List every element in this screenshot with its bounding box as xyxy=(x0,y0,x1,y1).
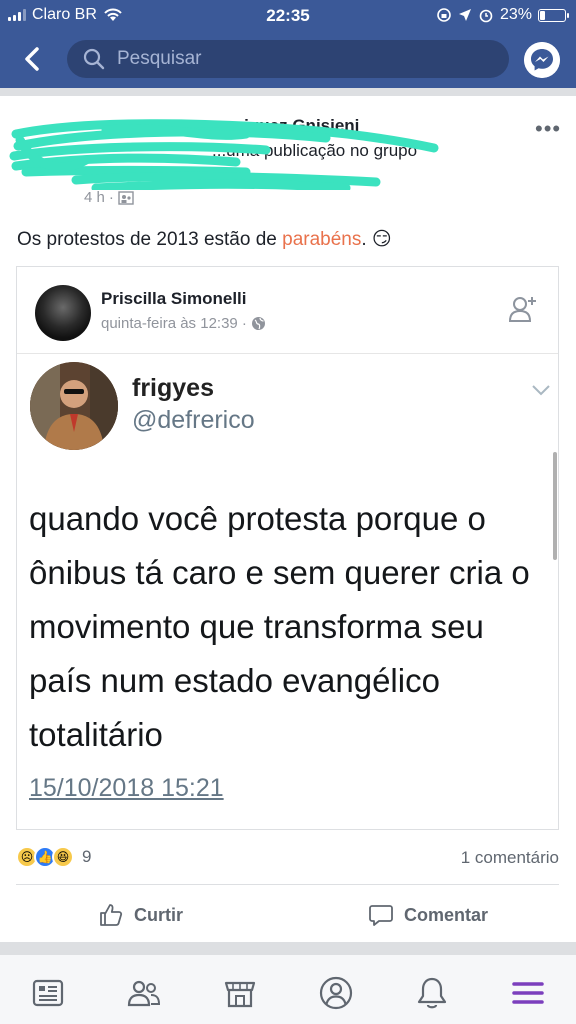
reactions-summary[interactable]: ☹ 👍 😆 9 xyxy=(16,846,91,868)
lock-rotation-icon xyxy=(437,8,451,22)
thumbs-up-icon xyxy=(100,904,123,926)
shared-post[interactable]: Priscilla Simonelli quinta-feira às 12:3… xyxy=(16,266,559,830)
shared-post-meta: quinta-feira às 12:39 · xyxy=(101,315,266,332)
marketplace-icon[interactable] xyxy=(222,975,258,1011)
more-options-button[interactable]: ••• xyxy=(535,116,561,142)
group-icon xyxy=(118,190,134,205)
post-text-end: . 😏 xyxy=(361,229,392,250)
status-bar: Claro BR 22:35 23% xyxy=(0,0,576,32)
menu-icon[interactable] xyxy=(510,975,546,1011)
post-text-start: Os protestos de 2013 estão de xyxy=(17,229,283,250)
tweet-screenshot: frigyes @defrerico quando você protesta … xyxy=(17,353,558,813)
tweet-display-name: frigyes xyxy=(132,374,214,402)
facebook-app: Claro BR 22:35 23% Pesquisar ...iquez Gn… xyxy=(0,0,576,1024)
post-text: Os protestos de 2013 estão de parabéns. … xyxy=(17,228,392,251)
bottom-tab-bar xyxy=(0,954,576,1024)
chevron-down-icon xyxy=(532,385,550,396)
dot-separator: · xyxy=(108,189,114,206)
tweet-text: quando você protesta porque o ônibus tá … xyxy=(29,500,530,753)
post-card: ...iquez Gnisieni ...uma publicação no g… xyxy=(0,96,576,942)
feed-separator xyxy=(0,88,576,96)
comments-count[interactable]: 1 comentário xyxy=(461,848,559,868)
feed-separator-bottom xyxy=(0,942,576,954)
post-time-label: 4 h xyxy=(84,189,105,206)
search-placeholder: Pesquisar xyxy=(117,48,202,69)
location-icon xyxy=(458,9,471,21)
post-timestamp[interactable]: 4 h · xyxy=(84,189,134,206)
news-feed-icon[interactable] xyxy=(30,975,66,1011)
shared-author-avatar[interactable] xyxy=(35,285,91,341)
redaction-scribble xyxy=(9,119,439,190)
alarm-icon xyxy=(479,9,493,23)
battery-percent: 23% xyxy=(499,6,532,23)
friends-icon[interactable] xyxy=(126,975,162,1011)
add-friend-icon[interactable] xyxy=(507,293,539,325)
search-bar[interactable]: Pesquisar xyxy=(67,40,509,78)
globe-icon xyxy=(251,317,265,330)
messenger-button[interactable] xyxy=(524,42,560,78)
back-button[interactable] xyxy=(18,44,48,74)
search-icon xyxy=(83,48,105,70)
scrollbar[interactable] xyxy=(553,452,557,560)
reaction-count: 9 xyxy=(82,847,92,866)
tweet-avatar xyxy=(30,362,118,450)
status-right: 23% xyxy=(436,6,569,24)
battery-icon xyxy=(538,8,569,22)
like-button[interactable]: Curtir xyxy=(98,902,183,928)
actions-divider xyxy=(16,884,559,885)
tweet-handle: @defrerico xyxy=(132,406,255,434)
like-label: Curtir xyxy=(134,904,183,925)
comment-button[interactable]: Comentar xyxy=(368,902,488,928)
notifications-icon[interactable] xyxy=(414,975,450,1011)
top-bar: Claro BR 22:35 23% Pesquisar xyxy=(0,0,576,88)
post-text-highlight[interactable]: parabéns xyxy=(282,229,361,250)
profile-icon[interactable] xyxy=(318,975,354,1011)
shared-author-name[interactable]: Priscilla Simonelli xyxy=(101,289,247,309)
comment-label: Comentar xyxy=(404,904,489,925)
tweet-date: 15/10/2018 15:21 xyxy=(29,774,224,802)
haha-reaction-icon: 😆 xyxy=(52,846,74,868)
shared-post-time: quinta-feira às 12:39 · xyxy=(101,315,247,332)
comment-icon xyxy=(369,905,393,926)
